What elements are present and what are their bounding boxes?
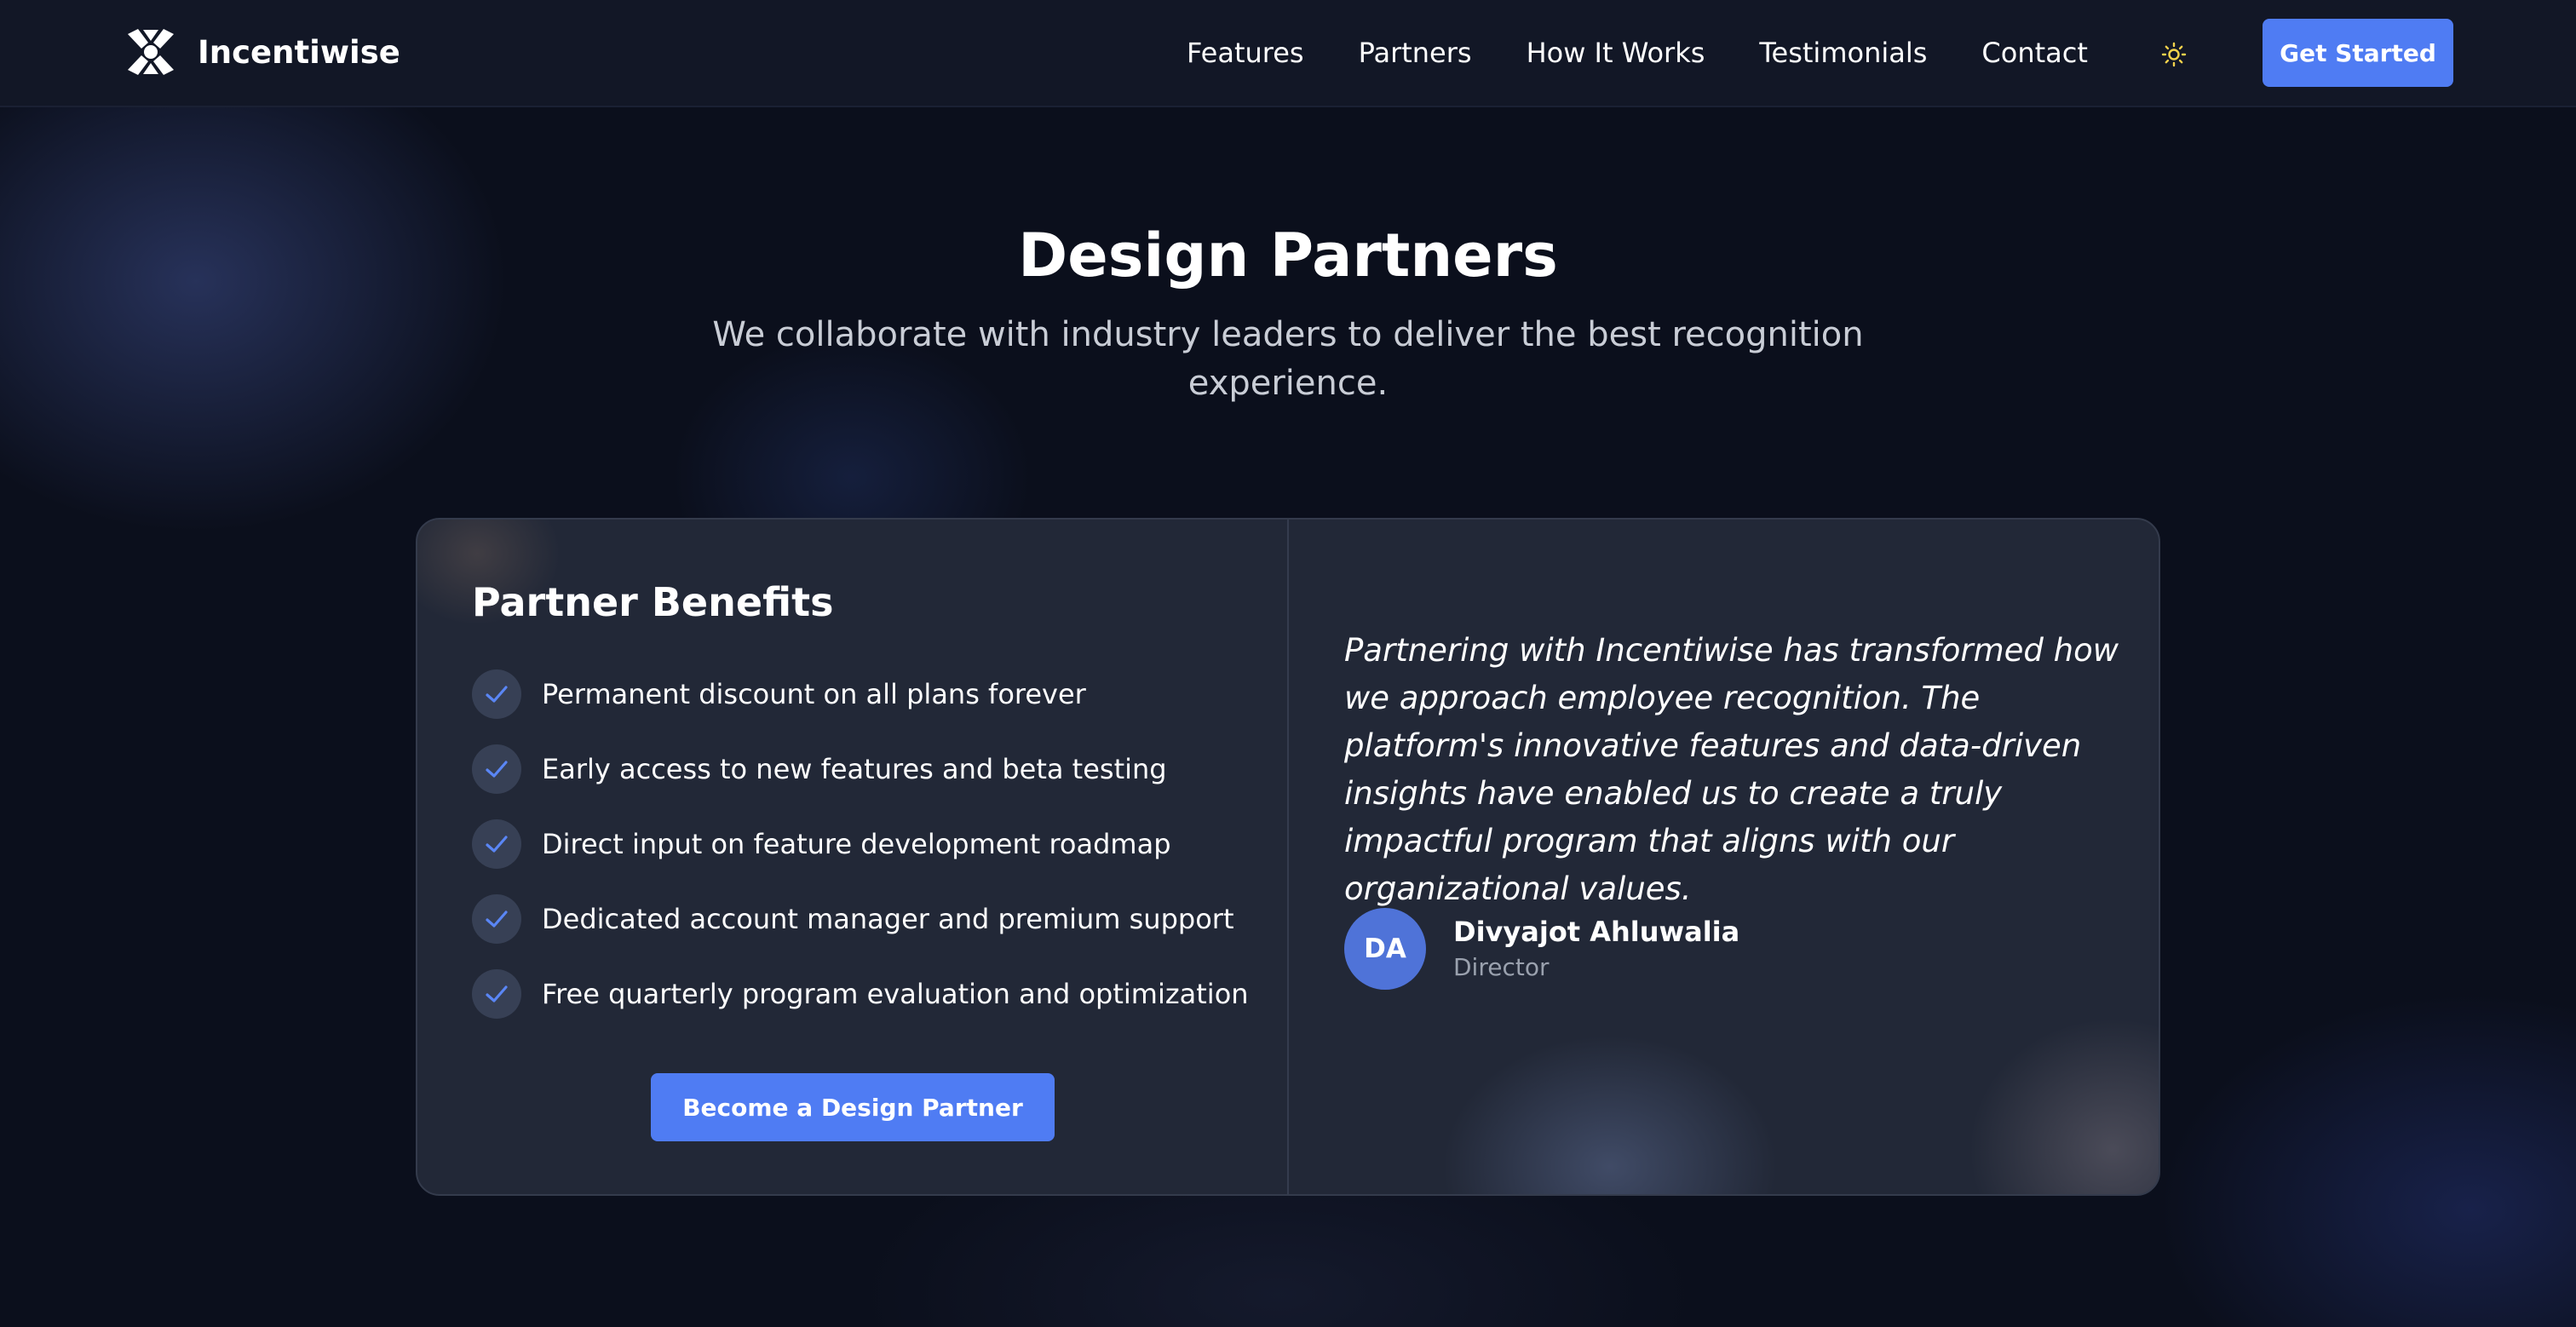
list-item: Dedicated account manager and premium su… [472, 894, 1273, 944]
page-subtitle: We collaborate with industry leaders to … [712, 315, 1864, 403]
get-started-button[interactable]: Get Started [2263, 19, 2453, 87]
benefit-text: Permanent discount on all plans forever [542, 678, 1086, 710]
brand-logo[interactable]: Incentiwise [124, 26, 400, 78]
benefit-text: Free quarterly program evaluation and op… [542, 978, 1249, 1010]
check-icon [472, 819, 521, 869]
author-name: Divyajot Ahluwalia [1453, 916, 1740, 948]
nav-link-testimonials[interactable]: Testimonials [1759, 32, 1927, 73]
nav-links: Features Partners How It Works Testimoni… [1187, 32, 2088, 73]
list-item: Direct input on feature development road… [472, 819, 1273, 869]
testimonial-author: DA Divyajot Ahluwalia Director [1344, 908, 1739, 990]
sun-icon [2161, 42, 2187, 67]
page-title: Design Partners [1018, 221, 1558, 290]
nav-link-how-it-works[interactable]: How It Works [1527, 32, 1705, 73]
theme-toggle-button[interactable] [2155, 36, 2193, 73]
list-item: Free quarterly program evaluation and op… [472, 969, 1273, 1019]
testimonial-quote: Partnering with Incentiwise has transfor… [1344, 632, 2119, 907]
author-role: Director [1453, 953, 1550, 981]
list-item: Early access to new features and beta te… [472, 744, 1273, 794]
check-icon [472, 969, 521, 1019]
check-icon [472, 894, 521, 944]
design-partner-card: Partner Benefits Permanent discount on a… [416, 518, 2160, 1196]
nav-link-contact[interactable]: Contact [1981, 32, 2088, 73]
list-item: Permanent discount on all plans forever [472, 669, 1273, 719]
brand-name: Incentiwise [198, 33, 400, 71]
nav-link-features[interactable]: Features [1187, 32, 1304, 73]
benefit-text: Direct input on feature development road… [542, 828, 1171, 860]
become-design-partner-button[interactable]: Become a Design Partner [651, 1073, 1055, 1141]
benefit-list: Permanent discount on all plans forever … [472, 669, 1273, 1044]
check-icon [472, 669, 521, 719]
nav-link-partners[interactable]: Partners [1359, 32, 1472, 73]
card-divider [1287, 520, 1289, 1194]
partner-benefits-title: Partner Benefits [472, 579, 834, 625]
benefit-text: Early access to new features and beta te… [542, 753, 1167, 785]
check-icon [472, 744, 521, 794]
author-info: Divyajot Ahluwalia Director [1453, 913, 1739, 985]
benefit-text: Dedicated account manager and premium su… [542, 903, 1234, 935]
page: Incentiwise Features Partners How It Wor… [0, 0, 2576, 1327]
incentiwise-logo-icon [128, 29, 174, 75]
avatar: DA [1344, 908, 1426, 990]
top-navbar: Incentiwise Features Partners How It Wor… [0, 0, 2576, 107]
